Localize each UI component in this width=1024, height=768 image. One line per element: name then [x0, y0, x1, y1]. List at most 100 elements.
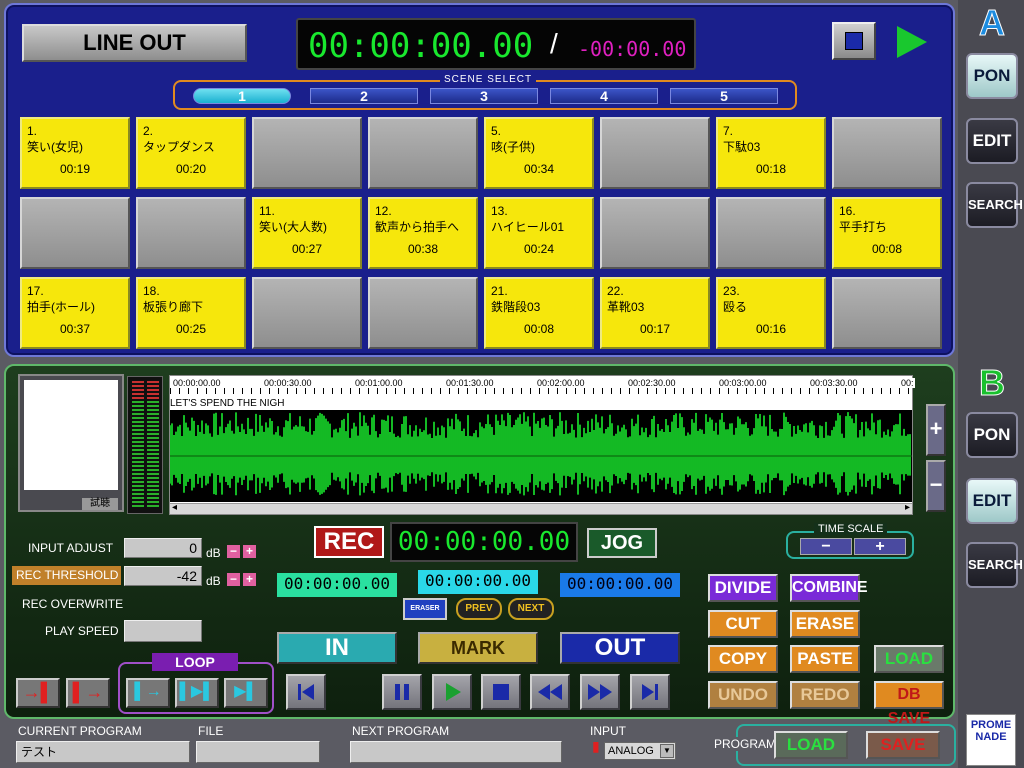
scene-button-1[interactable]: 1	[193, 88, 291, 104]
db-save-button[interactable]: DB SAVE	[874, 681, 944, 727]
preview-button[interactable]: 試聴	[82, 498, 118, 510]
chevron-down-icon[interactable]: ▼	[660, 744, 674, 758]
loop-out-button[interactable]: ▶▌	[224, 678, 268, 708]
jog-button[interactable]: JOG	[587, 528, 657, 558]
play-speed-field[interactable]	[124, 620, 202, 642]
program-load-button[interactable]: LOAD	[774, 731, 848, 759]
rewind-button[interactable]	[530, 674, 570, 710]
rec-threshold-label[interactable]: REC THRESHOLD	[12, 566, 121, 585]
deck-b-search-button[interactable]: SEARCH	[966, 542, 1023, 588]
scene-button-2[interactable]: 2	[310, 88, 418, 104]
fast-forward-button[interactable]	[580, 674, 620, 710]
next-program-field[interactable]	[350, 741, 562, 763]
sound-pad[interactable]: 5. 咳(子供) 00:34	[484, 117, 594, 189]
undo-button[interactable]: UNDO	[708, 681, 778, 709]
sound-pad[interactable]: 2. タップダンス 00:20	[136, 117, 246, 189]
sound-pad[interactable]	[252, 277, 362, 349]
scene-button-4[interactable]: 4	[550, 88, 658, 104]
scene-button-5[interactable]: 5	[670, 88, 778, 104]
play-icon[interactable]	[895, 24, 929, 60]
sound-pad[interactable]: 23. 殴る 00:16	[716, 277, 826, 349]
db-unit: dB	[206, 546, 221, 560]
go-to-out-button[interactable]: ▌→	[66, 678, 110, 708]
sound-pad[interactable]	[368, 117, 478, 189]
sound-pad[interactable]	[252, 117, 362, 189]
sound-pad[interactable]: 17. 拍手(ホール) 00:37	[20, 277, 130, 349]
rec-threshold-plus[interactable]: +	[243, 573, 256, 586]
to-start-button[interactable]	[286, 674, 326, 710]
next-button[interactable]: NEXT	[508, 598, 554, 620]
transport-stop-button[interactable]	[481, 674, 521, 710]
sound-pad[interactable]: 11. 笑い(大人数) 00:27	[252, 197, 362, 269]
sound-pad[interactable]: 7. 下駄03 00:18	[716, 117, 826, 189]
sound-pad[interactable]: 21. 鉄階段03 00:08	[484, 277, 594, 349]
go-to-in-button[interactable]: →▌	[16, 678, 60, 708]
waveform-editor[interactable]: 00:00:00.00 00:00:30.00 00:01:00.00 00:01:3…	[169, 375, 915, 515]
time-scale-minus[interactable]: −	[800, 538, 852, 555]
loop-in-button[interactable]: ▌→	[126, 678, 170, 708]
time-scale-plus[interactable]: +	[854, 538, 906, 555]
scene-button-3[interactable]: 3	[430, 88, 538, 104]
pad-name: 咳(子供)	[491, 140, 535, 154]
edit-load-button[interactable]: LOAD	[874, 645, 944, 673]
paste-button[interactable]: PASTE	[790, 645, 860, 673]
elapsed-time: 00:00:00.00	[308, 26, 534, 66]
play-button[interactable]	[432, 674, 472, 710]
scroll-left-icon[interactable]: ◂	[172, 502, 177, 513]
to-end-button[interactable]	[630, 674, 670, 710]
sound-pad[interactable]: 1. 笑い(女児) 00:19	[20, 117, 130, 189]
rec-overwrite-label: REC OVERWRITE	[22, 597, 124, 611]
out-button[interactable]: OUT	[560, 632, 680, 664]
redo-button[interactable]: REDO	[790, 681, 860, 709]
mark-button[interactable]: MARK	[418, 632, 538, 664]
zoom-in-button[interactable]: +	[926, 404, 946, 456]
input-adjust-field[interactable]: 0	[124, 538, 202, 558]
input-adjust-plus[interactable]: +	[243, 545, 256, 558]
eraser-button[interactable]: ERASER	[403, 598, 447, 620]
prev-button[interactable]: PREV	[456, 598, 502, 620]
deck-a-pon-button[interactable]: PON	[966, 53, 1018, 99]
arrow-to-in-icon: →▌	[22, 682, 54, 702]
sound-pad[interactable]	[832, 117, 942, 189]
combine-button[interactable]: COMBINE	[790, 574, 868, 602]
deck-b-edit-button[interactable]: EDIT	[966, 478, 1018, 524]
sound-pad[interactable]: 13. ハイヒール01 00:24	[484, 197, 594, 269]
program-save-button[interactable]: SAVE	[866, 731, 940, 759]
input-select-value: ANALOG	[608, 745, 654, 757]
sound-pad[interactable]	[600, 197, 710, 269]
sound-pad[interactable]	[368, 277, 478, 349]
rec-threshold-minus[interactable]: −	[227, 573, 240, 586]
sound-pad[interactable]	[20, 197, 130, 269]
deck-a-search-button[interactable]: SEARCH	[966, 182, 1023, 228]
sound-pad[interactable]	[136, 197, 246, 269]
time-ruler: 00:00:00.00 00:00:30.00 00:01:00.00 00:01:3…	[170, 376, 915, 394]
file-field[interactable]	[196, 741, 320, 763]
input-adjust-minus[interactable]: −	[227, 545, 240, 558]
sound-pad[interactable]: 12. 歓声から拍手へ 00:38	[368, 197, 478, 269]
cut-button[interactable]: CUT	[708, 610, 778, 638]
sound-pad[interactable]: 18. 板張り廊下 00:25	[136, 277, 246, 349]
rec-button[interactable]: REC	[314, 526, 384, 558]
deck-b-pon-button[interactable]: PON	[966, 412, 1018, 458]
sound-pad[interactable]: 22. 革靴03 00:17	[600, 277, 710, 349]
horizontal-scrollbar[interactable]: ◂ ▸	[170, 502, 912, 514]
scroll-right-icon[interactable]: ▸	[905, 502, 910, 513]
in-button[interactable]: IN	[277, 632, 397, 664]
play-icon	[446, 683, 461, 701]
rec-threshold-field[interactable]: -42	[124, 566, 202, 586]
sound-pad[interactable]	[716, 197, 826, 269]
erase-button[interactable]: ERASE	[790, 610, 860, 638]
copy-button[interactable]: COPY	[708, 645, 778, 673]
sound-pad[interactable]: 16. 平手打ち 00:08	[832, 197, 942, 269]
sound-pad[interactable]	[832, 277, 942, 349]
sound-pad[interactable]	[600, 117, 710, 189]
pause-button[interactable]	[382, 674, 422, 710]
stop-button[interactable]	[832, 22, 876, 60]
current-program-field[interactable]: テスト	[16, 741, 190, 763]
loop-inout-button[interactable]: ▌▶▌	[175, 678, 219, 708]
input-select[interactable]: ANALOG ▼	[604, 742, 676, 760]
line-out-button[interactable]: LINE OUT	[22, 24, 247, 62]
divide-button[interactable]: DIVIDE	[708, 574, 778, 602]
zoom-out-button[interactable]: −	[926, 460, 946, 512]
deck-a-edit-button[interactable]: EDIT	[966, 118, 1018, 164]
